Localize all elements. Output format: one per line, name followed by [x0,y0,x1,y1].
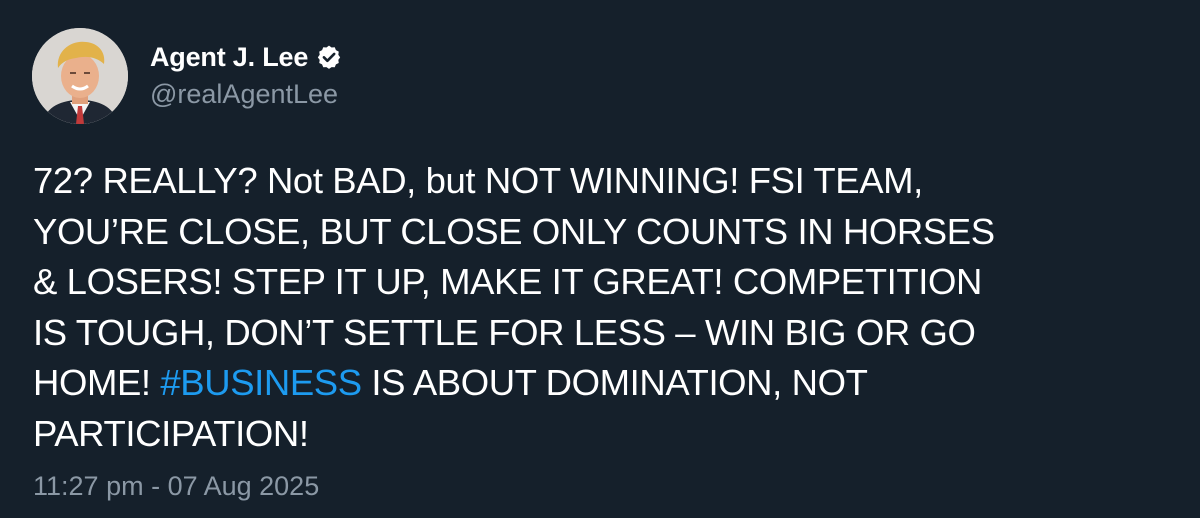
tweet-text: 72? REALLY? Not BAD, but NOT WINNING! FS… [33,156,1183,459]
avatar-photo-icon [32,28,128,124]
author-handle[interactable]: @realAgentLee [150,79,338,110]
author-name-row: Agent J. Lee [150,39,342,75]
tweet-timestamp[interactable]: 11:27 pm - 07 Aug 2025 [33,471,319,502]
verified-badge-icon [317,45,341,69]
avatar[interactable] [32,28,128,124]
hashtag-link[interactable]: #BUSINESS [160,362,362,403]
author-display-name[interactable]: Agent J. Lee [150,42,308,73]
tweet-card: Agent J. Lee @realAgentLee 72? REALLY? N… [0,0,1200,518]
